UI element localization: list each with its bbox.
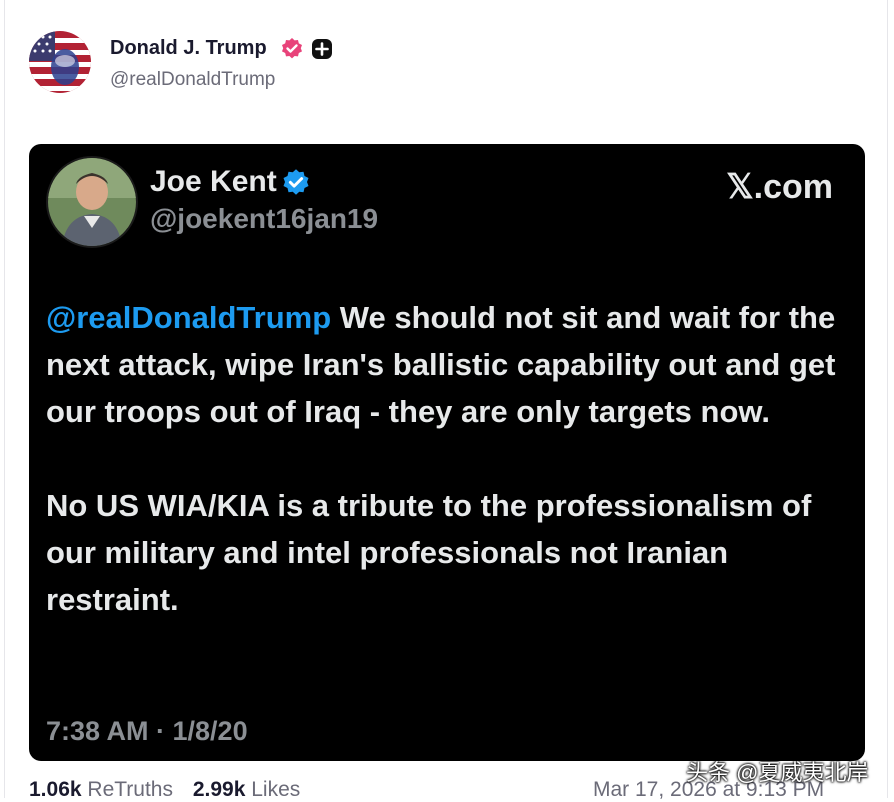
author-avatar[interactable] <box>29 31 91 93</box>
quote-card[interactable]: Joe Kent @joekent16jan19 𝕏.com @realDona… <box>29 144 865 761</box>
quoted-author-handle[interactable]: @joekent16jan19 <box>150 203 378 235</box>
watermark: 头条 @夏威夷北岸 <box>686 760 869 785</box>
author-handle[interactable]: @realDonaldTrump <box>110 69 275 91</box>
verified-badge-icon <box>282 38 302 59</box>
quoted-timestamp: 7:38 AM · 1/8/20 <box>46 716 248 746</box>
plus-badge-icon <box>312 39 332 59</box>
author-name[interactable]: Donald J. Trump <box>110 37 267 60</box>
post-stats: 1.06k ReTruths 2.99k Likes <box>29 778 300 802</box>
quoted-paragraph-1: @realDonaldTrump We should not sit and w… <box>46 294 846 435</box>
quoted-verified-icon <box>283 169 309 195</box>
quoted-author-name[interactable]: Joe Kent <box>150 165 277 199</box>
quoted-post-text: @realDonaldTrump We should not sit and w… <box>46 294 846 623</box>
x-site-logo: 𝕏.com <box>726 168 833 206</box>
mention-link[interactable]: @realDonaldTrump <box>46 300 331 335</box>
quoted-paragraph-2: No US WIA/KIA is a tribute to the profes… <box>46 488 812 617</box>
quoted-author-avatar[interactable] <box>46 156 138 248</box>
